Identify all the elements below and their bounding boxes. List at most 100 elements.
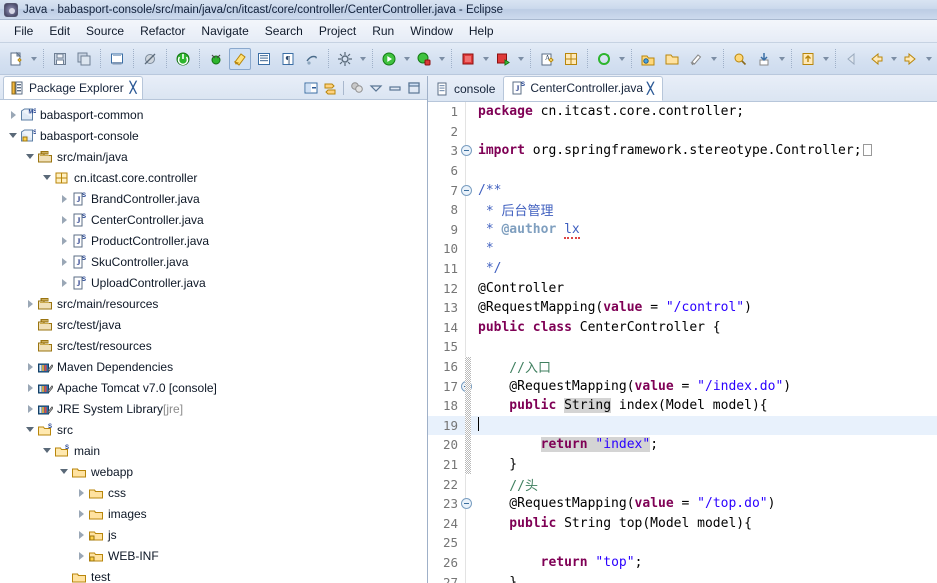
- view-menu-icon[interactable]: [368, 80, 384, 96]
- tree-item[interactable]: test: [0, 566, 427, 583]
- open-folder-icon[interactable]: [661, 48, 683, 70]
- save-all-icon[interactable]: [73, 48, 95, 70]
- link-with-editor-icon[interactable]: [322, 80, 338, 96]
- tree-item[interactable]: src/test/java: [0, 314, 427, 335]
- code-line[interactable]: 26 return "top";: [428, 553, 937, 573]
- view-menu-filters-icon[interactable]: [349, 80, 365, 96]
- code-line[interactable]: 8 * 后台管理: [428, 200, 937, 220]
- editor-tab-console[interactable]: console: [428, 77, 504, 101]
- tree-item[interactable]: M S babasport-common: [0, 104, 427, 125]
- external-tools-icon[interactable]: [334, 48, 356, 70]
- chevron-right-icon[interactable]: [57, 234, 71, 248]
- debug-dropdown-arrow[interactable]: [436, 48, 447, 70]
- tree-item[interactable]: webapp: [0, 461, 427, 482]
- chevron-right-icon[interactable]: [23, 360, 37, 374]
- menu-search[interactable]: Search: [257, 21, 311, 41]
- stop-server-dropdown-arrow[interactable]: [480, 48, 491, 70]
- tab-package-explorer[interactable]: Package Explorer ╳: [3, 76, 144, 99]
- code-line[interactable]: 21 }: [428, 455, 937, 475]
- chevron-down-icon[interactable]: [23, 423, 37, 437]
- refresh-dropdown-arrow[interactable]: [616, 48, 627, 70]
- chevron-down-icon[interactable]: [40, 444, 54, 458]
- menu-window[interactable]: Window: [402, 21, 461, 41]
- tree-item[interactable]: J S UploadController.java: [0, 272, 427, 293]
- project-tree[interactable]: M S babasport-common Sbabasport-console src/…: [0, 100, 427, 583]
- new-wizard-dropdown-arrow[interactable]: [28, 48, 39, 70]
- toggle-breakpoint-icon[interactable]: [139, 48, 161, 70]
- code-line[interactable]: 1 package cn.itcast.core.controller;: [428, 102, 937, 122]
- code-line[interactable]: 20 return "index";: [428, 435, 937, 455]
- menu-run[interactable]: Run: [364, 21, 402, 41]
- chevron-right-icon[interactable]: [74, 549, 88, 563]
- debug-perspective-icon[interactable]: [205, 48, 227, 70]
- chevron-down-icon[interactable]: [40, 171, 54, 185]
- code-line[interactable]: 27 }: [428, 572, 937, 583]
- code-line[interactable]: 18 public String index(Model model){: [428, 396, 937, 416]
- tree-item[interactable]: J S BrandController.java: [0, 188, 427, 209]
- tree-item[interactable]: JRE System Library [jre]: [0, 398, 427, 419]
- menu-edit[interactable]: Edit: [41, 21, 78, 41]
- chevron-right-icon[interactable]: [74, 528, 88, 542]
- tree-item[interactable]: J S CenterController.java: [0, 209, 427, 230]
- tree-item[interactable]: src/test/resources: [0, 335, 427, 356]
- run-dropdown-arrow[interactable]: [401, 48, 412, 70]
- code-line[interactable]: 19: [428, 415, 937, 436]
- chevron-right-icon[interactable]: [6, 108, 20, 122]
- code-line[interactable]: 7 /**: [428, 180, 937, 200]
- outline-icon[interactable]: [253, 48, 275, 70]
- code-line[interactable]: 14 public class CenterController {: [428, 318, 937, 338]
- code-line[interactable]: 6: [428, 161, 937, 181]
- chevron-right-icon[interactable]: [57, 255, 71, 269]
- close-icon[interactable]: ╳: [130, 81, 137, 94]
- tree-item[interactable]: Sbabasport-console: [0, 125, 427, 146]
- save-icon[interactable]: [49, 48, 71, 70]
- previous-edit-icon[interactable]: [865, 48, 887, 70]
- open-type-icon[interactable]: [229, 47, 251, 70]
- fold-toggle-icon[interactable]: [460, 498, 472, 510]
- chevron-right-icon[interactable]: [23, 402, 37, 416]
- editor-tab-centercontroller-java[interactable]: J S CenterController.java ╳: [503, 76, 663, 101]
- code-line[interactable]: 17 @RequestMapping(value = "/index.do"): [428, 376, 937, 396]
- chevron-right-icon[interactable]: [74, 486, 88, 500]
- chevron-right-icon[interactable]: [57, 276, 71, 290]
- chevron-right-icon[interactable]: [23, 381, 37, 395]
- stop-server-icon[interactable]: [457, 48, 479, 70]
- tree-item[interactable]: J S SkuController.java: [0, 251, 427, 272]
- external-tools-dropdown-arrow[interactable]: [357, 48, 368, 70]
- close-icon[interactable]: ╳: [647, 82, 654, 95]
- quick-fix-icon[interactable]: [685, 48, 707, 70]
- print-icon[interactable]: [106, 48, 128, 70]
- tree-item[interactable]: Maven Dependencies: [0, 356, 427, 377]
- minimize-icon[interactable]: [387, 80, 403, 96]
- debug-icon[interactable]: [413, 48, 435, 70]
- start-server-icon[interactable]: [492, 48, 514, 70]
- collapse-all-icon[interactable]: [303, 80, 319, 96]
- code-line[interactable]: 9 * @author lx: [428, 220, 937, 240]
- code-line[interactable]: 13 @RequestMapping(value = "/control"): [428, 298, 937, 318]
- run-icon[interactable]: [378, 48, 400, 70]
- new-java-class-icon[interactable]: A: [536, 48, 558, 70]
- tree-item[interactable]: Ssrc: [0, 419, 427, 440]
- code-line[interactable]: 11 */: [428, 259, 937, 279]
- code-line[interactable]: 2: [428, 122, 937, 142]
- maximize-icon[interactable]: [406, 80, 422, 96]
- open-resource-icon[interactable]: [637, 48, 659, 70]
- refresh-icon[interactable]: [593, 48, 615, 70]
- code-line[interactable]: 12 @Controller: [428, 278, 937, 298]
- menu-file[interactable]: File: [6, 21, 41, 41]
- code-line[interactable]: 16 //入口: [428, 357, 937, 377]
- chevron-down-icon[interactable]: [57, 465, 71, 479]
- chevron-down-icon[interactable]: [6, 129, 20, 143]
- search-references-icon[interactable]: [301, 48, 323, 70]
- menu-help[interactable]: Help: [461, 21, 502, 41]
- menu-navigate[interactable]: Navigate: [193, 21, 256, 41]
- chevron-right-icon[interactable]: [74, 507, 88, 521]
- download-dropdown-arrow[interactable]: [776, 48, 787, 70]
- chevron-right-icon[interactable]: [57, 213, 71, 227]
- pilcrow-icon[interactable]: ¶: [277, 48, 299, 70]
- tree-item[interactable]: src/main/resources: [0, 293, 427, 314]
- menu-source[interactable]: Source: [78, 21, 132, 41]
- next-annotation-dropdown-arrow[interactable]: [820, 48, 831, 70]
- java-source-editor[interactable]: 1 package cn.itcast.core.controller; 2 3 imp…: [428, 102, 937, 583]
- collapsed-imports-box[interactable]: [862, 144, 872, 157]
